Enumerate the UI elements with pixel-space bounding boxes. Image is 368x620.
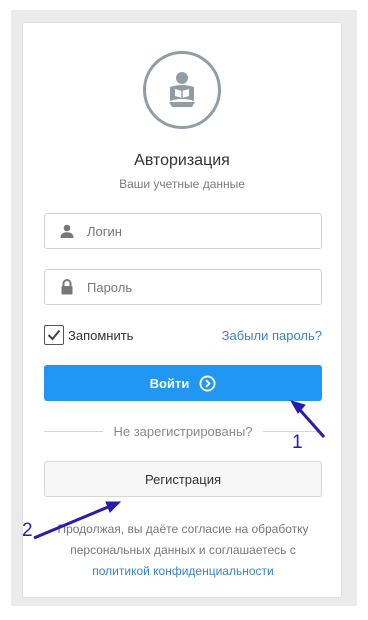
annotation-marker-2: 2 (22, 520, 33, 541)
login-button-label: Войти (149, 375, 190, 391)
lock-icon (59, 279, 75, 295)
auth-title: Авторизация (134, 152, 230, 169)
annotation-marker-1: 1 (292, 432, 303, 453)
remember-checkbox[interactable] (44, 325, 64, 345)
chevron-right-circle-icon (199, 374, 216, 392)
remember-label[interactable]: Запомнить (68, 328, 133, 343)
password-field[interactable] (44, 269, 322, 305)
check-icon (47, 329, 61, 341)
login-card: Авторизация Ваши учетные данные Запомнит… (22, 22, 342, 598)
login-field[interactable] (44, 213, 322, 249)
password-input[interactable] (87, 279, 307, 295)
avatar (143, 51, 221, 129)
user-reading-icon (169, 72, 195, 107)
register-divider: Не зарегистрированы? (44, 423, 323, 439)
divider-text: Не зарегистрированы? (113, 423, 253, 439)
divider-line-left (44, 430, 104, 432)
user-icon (59, 223, 75, 239)
register-button[interactable]: Регистрация (44, 461, 322, 497)
remember-row: Запомнить Забыли пароль? (44, 324, 322, 346)
login-button[interactable]: Войти (44, 365, 322, 401)
consent-text: Продолжая, вы даёте согласие на обработк… (57, 522, 309, 557)
auth-subtitle: Ваши учетные данные (119, 177, 245, 191)
register-button-label: Регистрация (145, 471, 221, 487)
forgot-password-link[interactable]: Забыли пароль? (222, 328, 322, 343)
privacy-policy-link[interactable]: политикой конфиденциальности (92, 564, 273, 578)
consent-text-block: Продолжая, вы даёте согласие на обработк… (39, 519, 327, 582)
login-input[interactable] (87, 223, 307, 239)
